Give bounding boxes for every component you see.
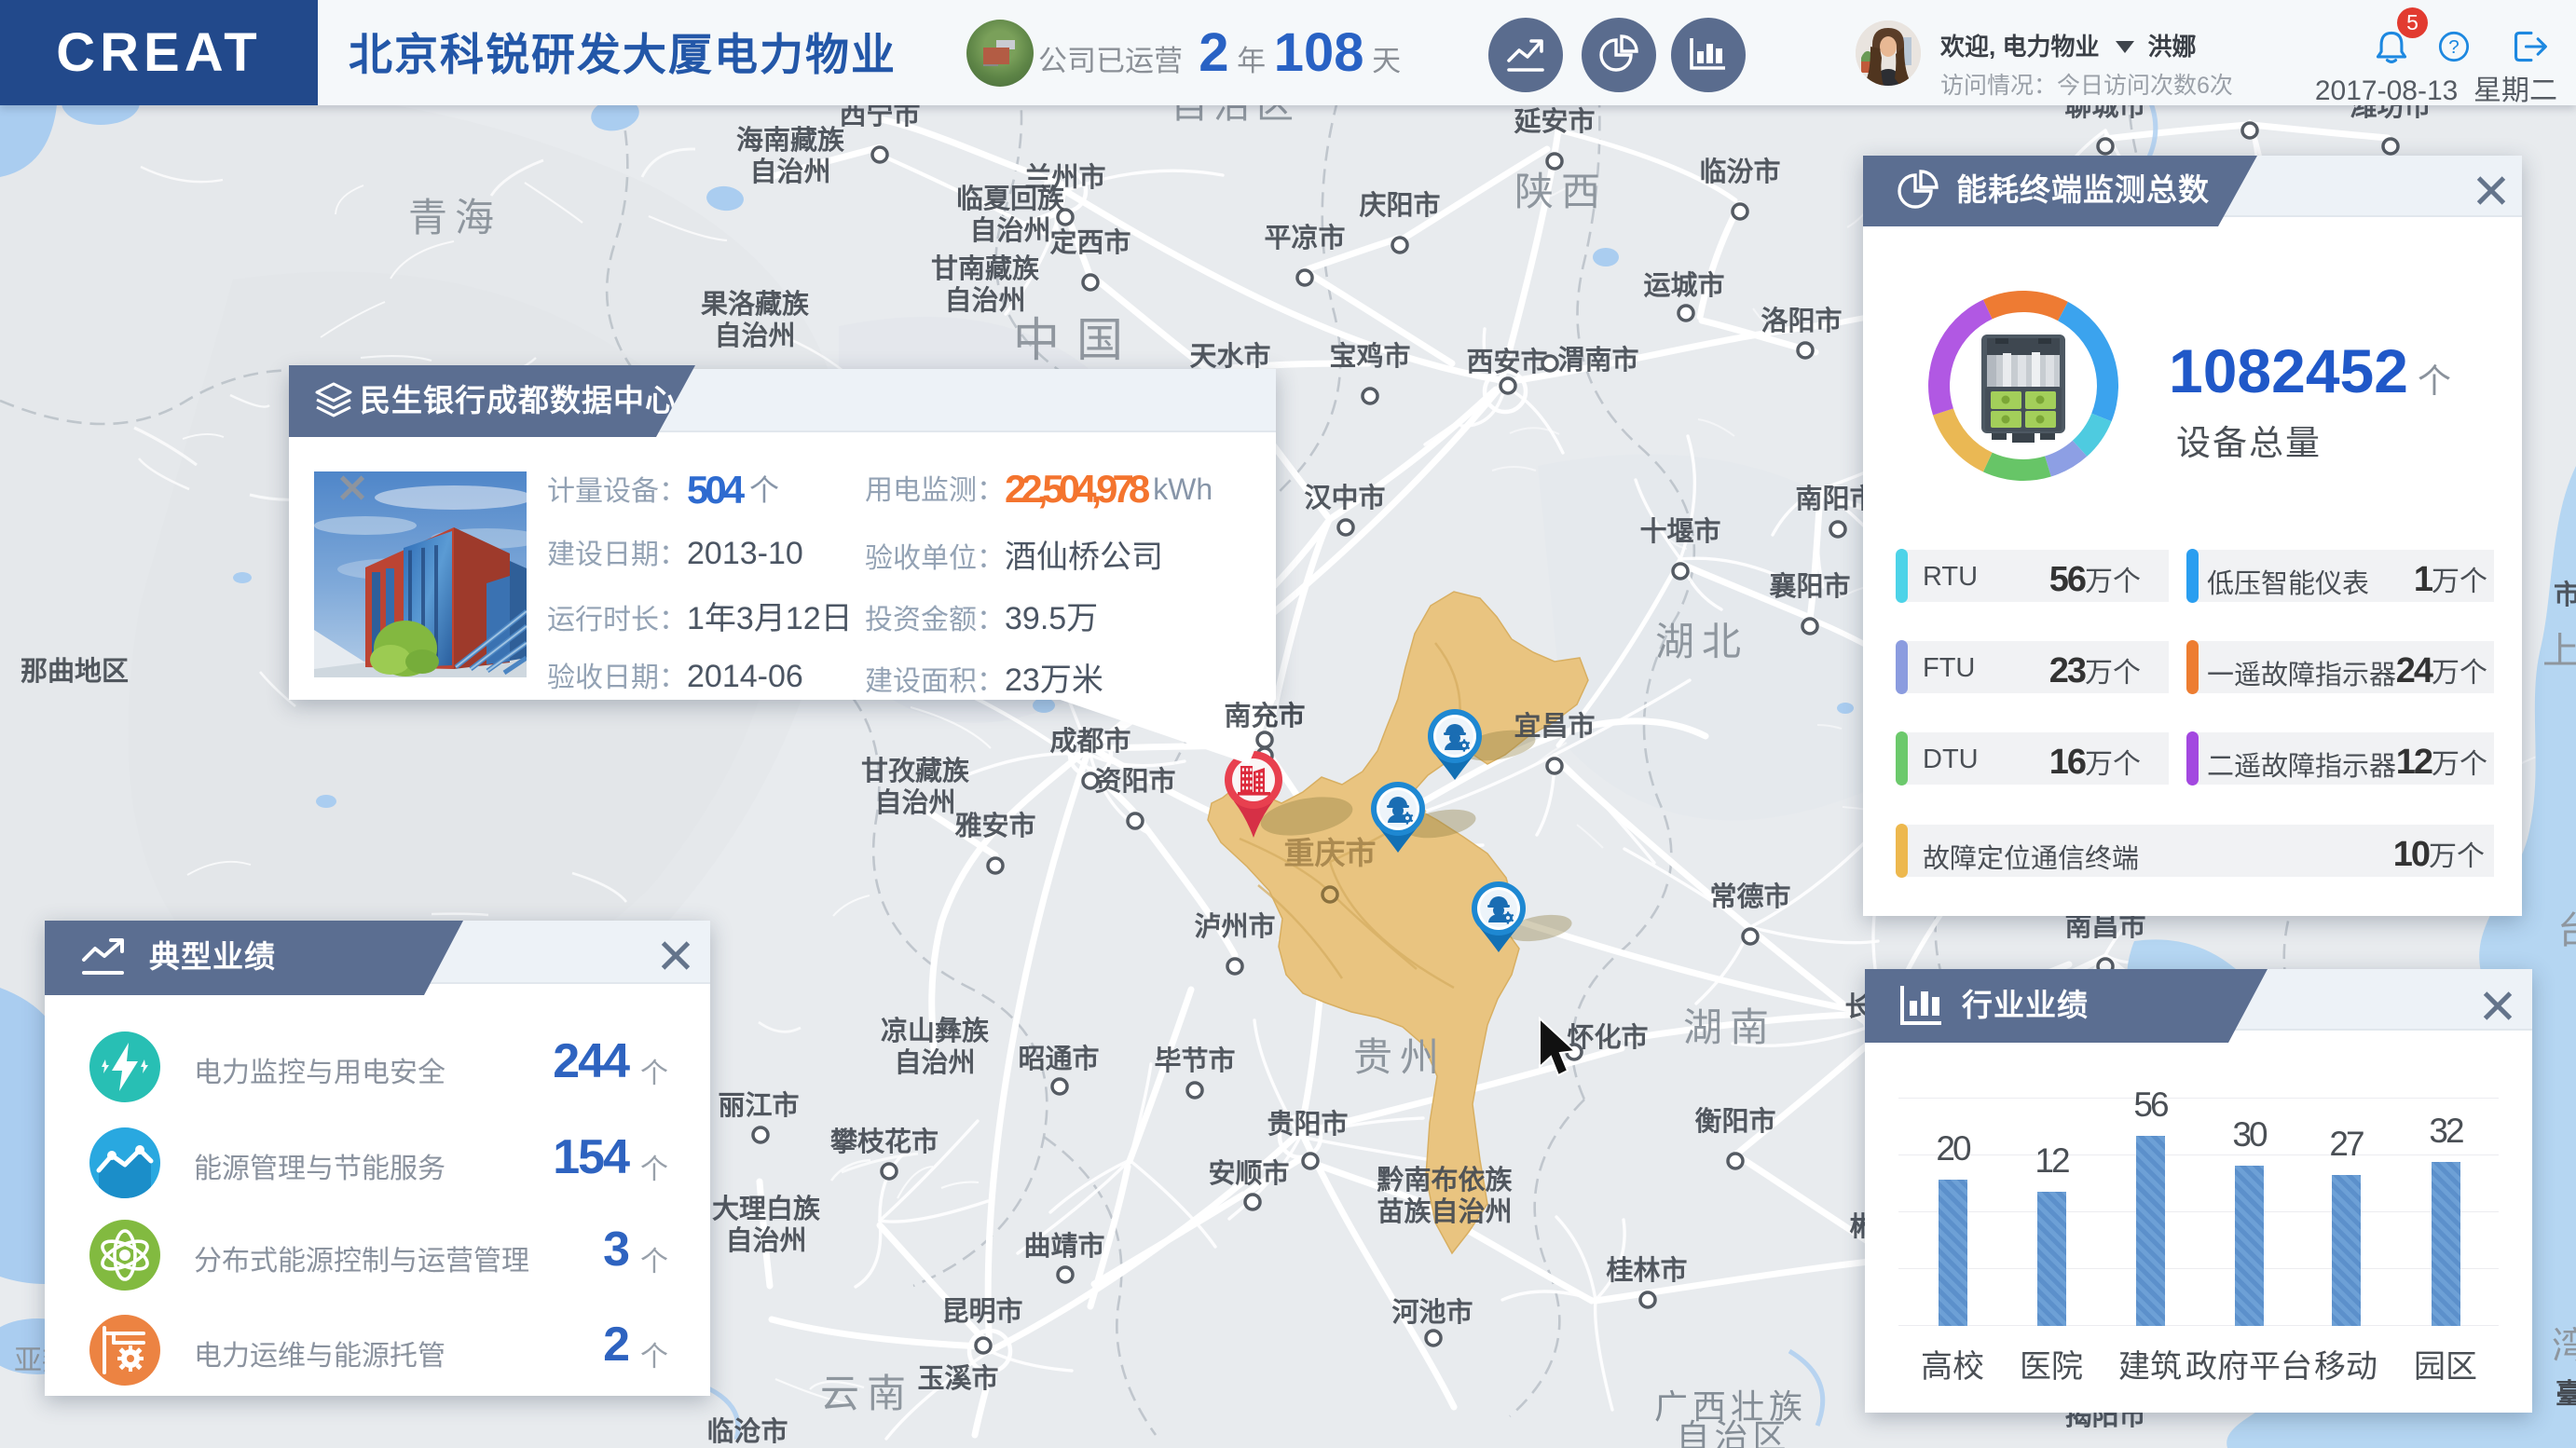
svg-text:曲靖市: 曲靖市 (1023, 1230, 1104, 1262)
svg-text:自治州: 自治州 (749, 157, 830, 187)
svg-text:自治州: 自治州 (894, 1047, 975, 1078)
svg-text:宜昌市: 宜昌市 (1514, 710, 1595, 742)
svg-text:贵阳市: 贵阳市 (1267, 1108, 1348, 1140)
svg-text:湖北: 湖北 (1655, 620, 1748, 663)
svg-text:运城市: 运城市 (1643, 269, 1724, 301)
svg-text:攀枝花市: 攀枝花市 (829, 1126, 939, 1157)
svg-text:苗族自治州: 苗族自治州 (1377, 1196, 1512, 1227)
svg-text:海南藏族: 海南藏族 (736, 125, 845, 156)
svg-text:庆阳市: 庆阳市 (1359, 189, 1440, 221)
svg-text:宝鸡市: 宝鸡市 (1329, 340, 1410, 372)
svg-text:台: 台 (2557, 910, 2576, 951)
svg-text:南充市: 南充市 (1224, 700, 1305, 731)
svg-text:青海: 青海 (408, 196, 501, 239)
svg-text:玉溪市: 玉溪市 (917, 1362, 998, 1394)
svg-text:临夏回族: 临夏回族 (956, 183, 1065, 214)
svg-text:临沧市: 临沧市 (706, 1415, 788, 1447)
svg-text:大理白族: 大理白族 (712, 1194, 821, 1224)
svg-text:自治州: 自治州 (725, 1225, 806, 1256)
svg-text:市: 市 (2554, 579, 2576, 610)
svg-text:自治州: 自治州 (944, 285, 1025, 316)
svg-text:泸州市: 泸州市 (1194, 910, 1275, 942)
svg-text:桂林市: 桂林市 (1606, 1254, 1687, 1286)
svg-text:自治区: 自治区 (1676, 1417, 1790, 1448)
svg-text:洛阳市: 洛阳市 (1761, 305, 1842, 336)
svg-text:黔南布依族: 黔南布依族 (1377, 1164, 1513, 1195)
svg-text:延安市: 延安市 (1513, 105, 1595, 137)
svg-text:自治州: 自治州 (874, 787, 955, 818)
svg-text:臺灣: 臺灣 (2555, 1379, 2576, 1410)
svg-text:自治州: 自治州 (969, 215, 1050, 246)
svg-text:雅安市: 雅安市 (954, 810, 1035, 841)
svg-text:丽江市: 丽江市 (718, 1089, 799, 1121)
svg-text:十堰市: 十堰市 (1639, 515, 1720, 547)
svg-text:昭通市: 昭通市 (1018, 1043, 1099, 1074)
svg-text:上: 上 (2542, 631, 2576, 672)
svg-text:甘孜藏族: 甘孜藏族 (861, 756, 970, 786)
svg-text:那曲地区: 那曲地区 (21, 656, 129, 687)
svg-text:毕节市: 毕节市 (1154, 1045, 1235, 1076)
svg-text:重庆市: 重庆市 (1284, 836, 1377, 870)
svg-text:平凉市: 平凉市 (1264, 222, 1345, 253)
svg-text:安顺市: 安顺市 (1208, 1157, 1289, 1189)
svg-text:定西市: 定西市 (1049, 226, 1130, 258)
svg-text:凉山彝族: 凉山彝族 (881, 1016, 990, 1046)
svg-text:河池市: 河池市 (1391, 1296, 1473, 1328)
svg-text:天水市: 天水市 (1189, 340, 1270, 372)
svg-text:临汾市: 临汾市 (1699, 156, 1780, 187)
svg-text:甘南藏族: 甘南藏族 (931, 253, 1040, 284)
svg-text:自治州: 自治州 (714, 321, 795, 351)
svg-text:贵州: 贵州 (1353, 1035, 1446, 1079)
svg-text:常德市: 常德市 (1709, 881, 1790, 912)
svg-text:陕西: 陕西 (1514, 170, 1608, 213)
svg-text:西安市: 西安市 (1466, 346, 1547, 377)
svg-text:昆明市: 昆明市 (941, 1295, 1022, 1327)
svg-text:?: ? (2448, 36, 2460, 58)
svg-text:云南: 云南 (820, 1372, 913, 1415)
svg-text:汉中市: 汉中市 (1304, 482, 1385, 513)
svg-text:湖南: 湖南 (1683, 1005, 1776, 1049)
svg-text:襄阳市: 襄阳市 (1769, 570, 1850, 602)
svg-text:湾: 湾 (2552, 1326, 2576, 1367)
svg-text:果洛藏族: 果洛藏族 (701, 289, 810, 320)
svg-text:衡阳市: 衡阳市 (1694, 1105, 1775, 1137)
svg-text:渭南市: 渭南市 (1557, 344, 1638, 376)
svg-text:中国: 中国 (1013, 314, 1140, 366)
